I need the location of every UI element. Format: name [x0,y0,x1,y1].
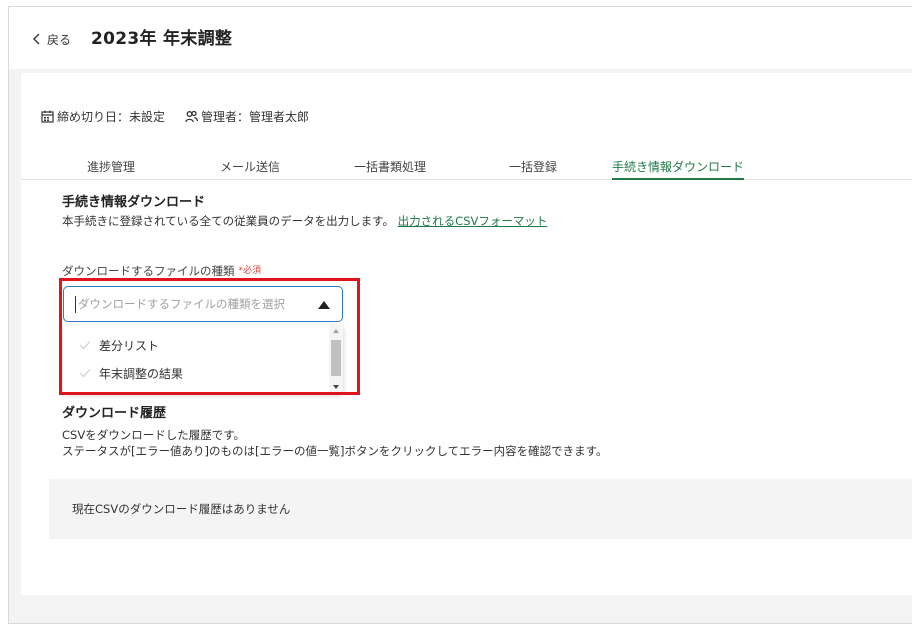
option-label: 年末調整の結果 [99,366,184,381]
back-label: 戻る [47,32,72,47]
check-icon [79,341,91,350]
page-title: 2023年 年末調整 [91,29,233,49]
option-year-end-result[interactable]: 年末調整の結果 [63,359,328,387]
check-icon [79,369,91,378]
option-label: 差分リスト [99,338,160,353]
history-description-line2: ステータスが[エラー値あり]のものは[エラーの値一覧]ボタンをクリックしてエラー… [62,444,608,458]
file-type-label-text: ダウンロードするファイルの種類 [62,264,235,278]
empty-message: 現在CSVのダウンロード履歴はありません [72,502,291,516]
users-icon [185,110,199,122]
chevron-left-icon [33,33,40,45]
download-description: 本手続きに登録されている全ての従業員のデータを出力します。 出力されるCSVフォ… [62,213,547,229]
scrollbar-thumb[interactable] [331,340,341,376]
tab-bulk-register[interactable]: 一括登録 [509,158,557,180]
calendar-icon [41,110,54,123]
select-placeholder: ダウンロードするファイルの種類を選択 [78,297,285,311]
dropdown-scrollbar[interactable] [329,325,343,393]
option-diff-list[interactable]: 差分リスト [63,331,328,359]
content-card: 締め切り日：未設定 管理者：管理者太郎 進捗管理 メール送信 一括書類処理 一括… [21,73,912,595]
tab-email[interactable]: メール送信 [220,158,280,180]
file-type-select[interactable]: ダウンロードするファイルの種類を選択 [63,286,343,322]
tab-download[interactable]: 手続き情報ダウンロード [612,158,745,180]
tab-progress[interactable]: 進捗管理 [87,158,135,180]
csv-format-link[interactable]: 出力されるCSVフォーマット [398,214,548,228]
procedure-meta: 締め切り日：未設定 管理者：管理者太郎 [41,107,309,125]
history-description-line1: CSVをダウンロードした履歴です。 [62,428,246,442]
file-type-label: ダウンロードするファイルの種類 *必須 [62,263,261,279]
back-button[interactable]: 戻る [31,29,71,49]
deadline-text: 締め切り日：未設定 [57,109,166,124]
history-description: CSVをダウンロードした履歴です。 ステータスが[エラー値あり]のものは[エラー… [62,427,607,459]
tab-bar: 進捗管理 メール送信 一括書類処理 一括登録 手続き情報ダウンロード [21,153,912,180]
scroll-up-arrow-icon[interactable] [333,329,339,333]
page-header: 戻る 2023年 年末調整 [9,7,912,69]
download-section-title: 手続き情報ダウンロード [62,195,206,210]
caret-up-icon[interactable] [318,301,330,309]
tab-bulk-documents[interactable]: 一括書類処理 [354,158,426,180]
text-cursor [75,295,76,313]
app-frame: 戻る 2023年 年末調整 締め切り日：未設定 管理者：管理者太郎 進捗管理 メ… [8,6,912,624]
required-mark: *必須 [238,266,262,276]
history-section-title: ダウンロード履歴 [62,406,167,421]
manager-info: 管理者：管理者太郎 [185,108,309,125]
deadline-info: 締め切り日：未設定 [41,108,165,125]
scroll-down-arrow-icon[interactable] [333,385,339,389]
history-empty-state: 現在CSVのダウンロード履歴はありません [49,479,912,539]
download-description-text: 本手続きに登録されている全ての従業員のデータを出力します。 [62,214,395,228]
file-type-dropdown: 差分リスト 年末調整の結果 [63,325,343,393]
manager-text: 管理者：管理者太郎 [201,109,310,124]
